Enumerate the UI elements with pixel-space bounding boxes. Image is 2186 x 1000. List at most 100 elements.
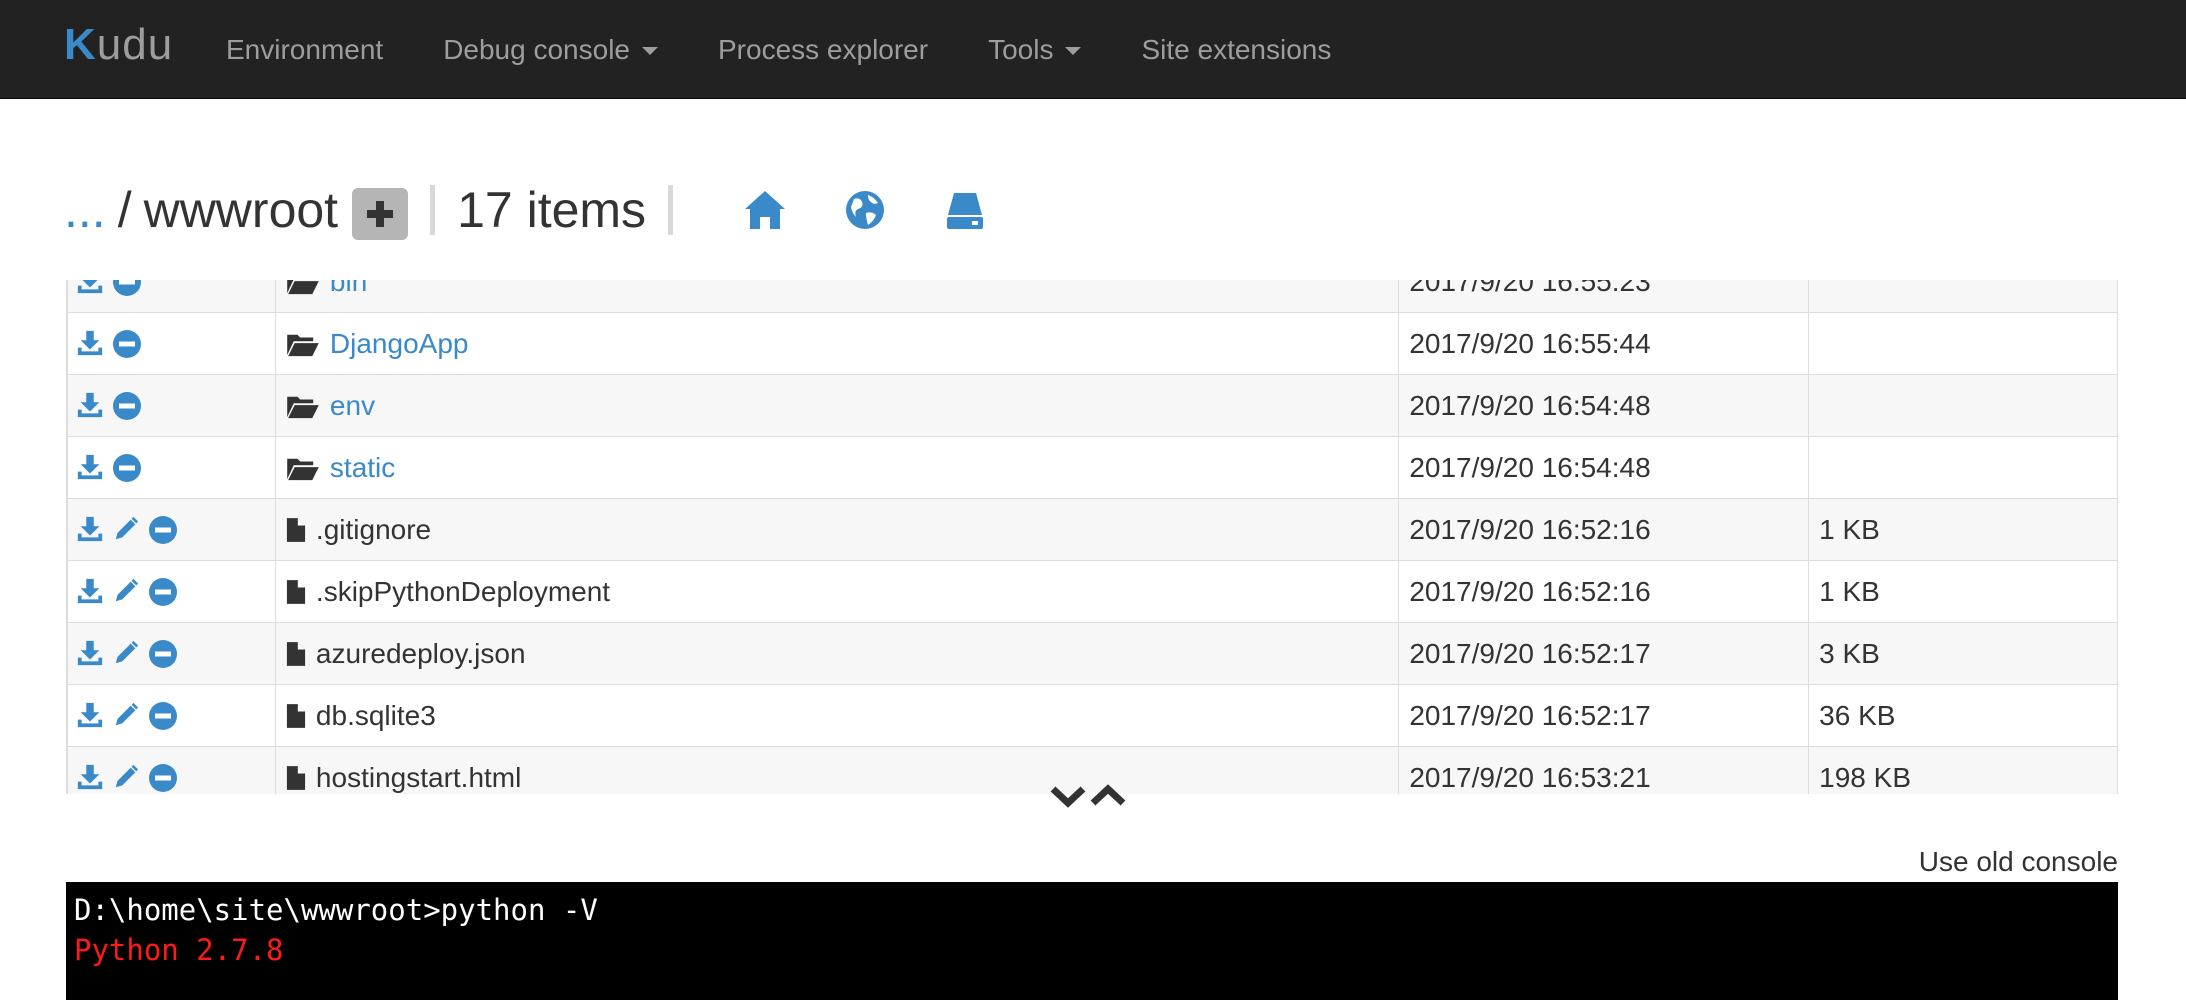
modified-date: 2017/9/20 16:52:16 [1398, 560, 1810, 623]
file-size: 3 KB [1808, 622, 2117, 685]
file-list-panel[interactable]: bin 2017/9/20 16:55:23 DjangoApp 2017/9/20 … [66, 280, 2118, 794]
caret-down-icon [642, 47, 658, 55]
table-row[interactable]: bin 2017/9/20 16:55:23 [67, 280, 2117, 313]
nav-environment[interactable]: Environment [196, 34, 413, 66]
modified-date: 2017/9/20 16:55:23 [1398, 280, 1810, 313]
add-new-button[interactable] [352, 188, 409, 240]
edit-icon[interactable] [112, 515, 142, 545]
delete-icon[interactable] [148, 515, 178, 545]
file-name[interactable]: .skipPythonDeployment [316, 576, 610, 608]
name-cell: .skipPythonDeployment [274, 560, 1400, 623]
name-cell: db.sqlite3 [274, 684, 1400, 747]
edit-icon[interactable] [112, 701, 142, 731]
console-output-line: Python 2.7.8 [74, 933, 284, 967]
home-button[interactable] [735, 180, 795, 240]
file-icon [286, 765, 306, 791]
row-actions [67, 498, 276, 561]
console-command-line: D:\home\site\wwwroot>python -V [74, 893, 598, 927]
folder-link[interactable]: bin [330, 280, 367, 298]
file-size: 1 KB [1808, 498, 2117, 561]
nav-process-explorer[interactable]: Process explorer [688, 34, 958, 66]
edit-icon[interactable] [112, 577, 142, 607]
modified-date: 2017/9/20 16:54:48 [1398, 374, 1810, 437]
name-cell: .gitignore [274, 498, 1400, 561]
table-row[interactable]: azuredeploy.json 2017/9/20 16:52:17 3 KB [67, 622, 2117, 685]
file-size [1808, 374, 2117, 437]
folder-icon [286, 280, 320, 295]
modified-date: 2017/9/20 16:52:17 [1398, 622, 1810, 685]
download-icon[interactable] [76, 453, 106, 483]
modified-date: 2017/9/20 16:54:48 [1398, 436, 1810, 499]
delete-icon[interactable] [112, 280, 142, 297]
table-row[interactable]: static 2017/9/20 16:54:48 [67, 436, 2117, 499]
delete-icon[interactable] [148, 639, 178, 669]
row-actions [67, 622, 276, 685]
download-icon[interactable] [76, 639, 106, 669]
delete-icon[interactable] [148, 701, 178, 731]
row-actions [67, 436, 276, 499]
folder-link[interactable]: static [330, 452, 395, 484]
folder-icon [286, 455, 320, 481]
folder-link[interactable]: env [330, 390, 375, 422]
delete-icon[interactable] [148, 763, 178, 793]
delete-icon[interactable] [112, 453, 142, 483]
plus-icon [367, 201, 394, 227]
download-icon[interactable] [76, 280, 106, 297]
file-icon [286, 579, 306, 605]
file-name[interactable]: db.sqlite3 [316, 700, 436, 732]
file-icon [286, 517, 306, 543]
debug-console[interactable]: D:\home\site\wwwroot>python -V Python 2.… [66, 882, 2118, 1000]
drive-button[interactable] [935, 180, 995, 240]
file-size: 1 KB [1808, 560, 2117, 623]
table-row[interactable]: .gitignore 2017/9/20 16:52:16 1 KB [67, 498, 2117, 561]
file-icon [286, 641, 306, 667]
download-icon[interactable] [76, 515, 106, 545]
nav-environment-label: Environment [226, 33, 384, 65]
table-row[interactable]: env 2017/9/20 16:54:48 [67, 374, 2117, 437]
expand-panel-button[interactable] [1090, 784, 1126, 808]
download-icon[interactable] [76, 391, 106, 421]
name-cell: azuredeploy.json [274, 622, 1400, 685]
modified-date: 2017/9/20 16:53:21 [1398, 746, 1810, 794]
file-table: bin 2017/9/20 16:55:23 DjangoApp 2017/9/20 … [67, 280, 2117, 794]
name-cell: bin [274, 280, 1400, 313]
nav-tools[interactable]: Tools [958, 34, 1111, 66]
globe-button[interactable] [835, 180, 895, 240]
file-name[interactable]: azuredeploy.json [316, 638, 526, 670]
download-icon[interactable] [76, 577, 106, 607]
delete-icon[interactable] [148, 577, 178, 607]
nav-site-extensions-label: Site extensions [1141, 33, 1332, 65]
row-actions [67, 374, 276, 437]
shrink-panel-button[interactable] [1050, 784, 1086, 808]
folder-icon [286, 331, 320, 357]
name-cell: DjangoApp [274, 312, 1400, 375]
table-row[interactable]: DjangoApp 2017/9/20 16:55:44 [67, 312, 2117, 375]
kudu-logo[interactable]: Kudu [64, 20, 173, 70]
download-icon[interactable] [76, 329, 106, 359]
file-size [1808, 436, 2117, 499]
file-name[interactable]: hostingstart.html [316, 762, 521, 794]
breadcrumb-current: wwwroot [143, 182, 339, 238]
use-old-console-link[interactable]: Use old console [1919, 846, 2118, 878]
folder-link[interactable]: DjangoApp [330, 328, 469, 360]
file-name[interactable]: .gitignore [316, 514, 431, 546]
nav-debug-console[interactable]: Debug console [413, 34, 688, 66]
edit-icon[interactable] [112, 639, 142, 669]
table-row[interactable]: .skipPythonDeployment 2017/9/20 16:52:16 1… [67, 560, 2117, 623]
download-icon[interactable] [76, 763, 106, 793]
edit-icon[interactable] [112, 763, 142, 793]
delete-icon[interactable] [112, 329, 142, 359]
table-row[interactable]: db.sqlite3 2017/9/20 16:52:17 36 KB [67, 684, 2117, 747]
kudu-logo-initial: K [64, 20, 97, 69]
file-icon [286, 703, 306, 729]
download-icon[interactable] [76, 701, 106, 731]
breadcrumb-parent-link[interactable]: ... [64, 181, 106, 239]
nav-debug-console-label: Debug console [443, 33, 630, 65]
nav-site-extensions[interactable]: Site extensions [1111, 34, 1361, 66]
row-actions [67, 560, 276, 623]
delete-icon[interactable] [112, 391, 142, 421]
modified-date: 2017/9/20 16:52:17 [1398, 684, 1810, 747]
name-cell: hostingstart.html [274, 746, 1400, 794]
row-actions [67, 684, 276, 747]
row-actions [67, 280, 276, 313]
